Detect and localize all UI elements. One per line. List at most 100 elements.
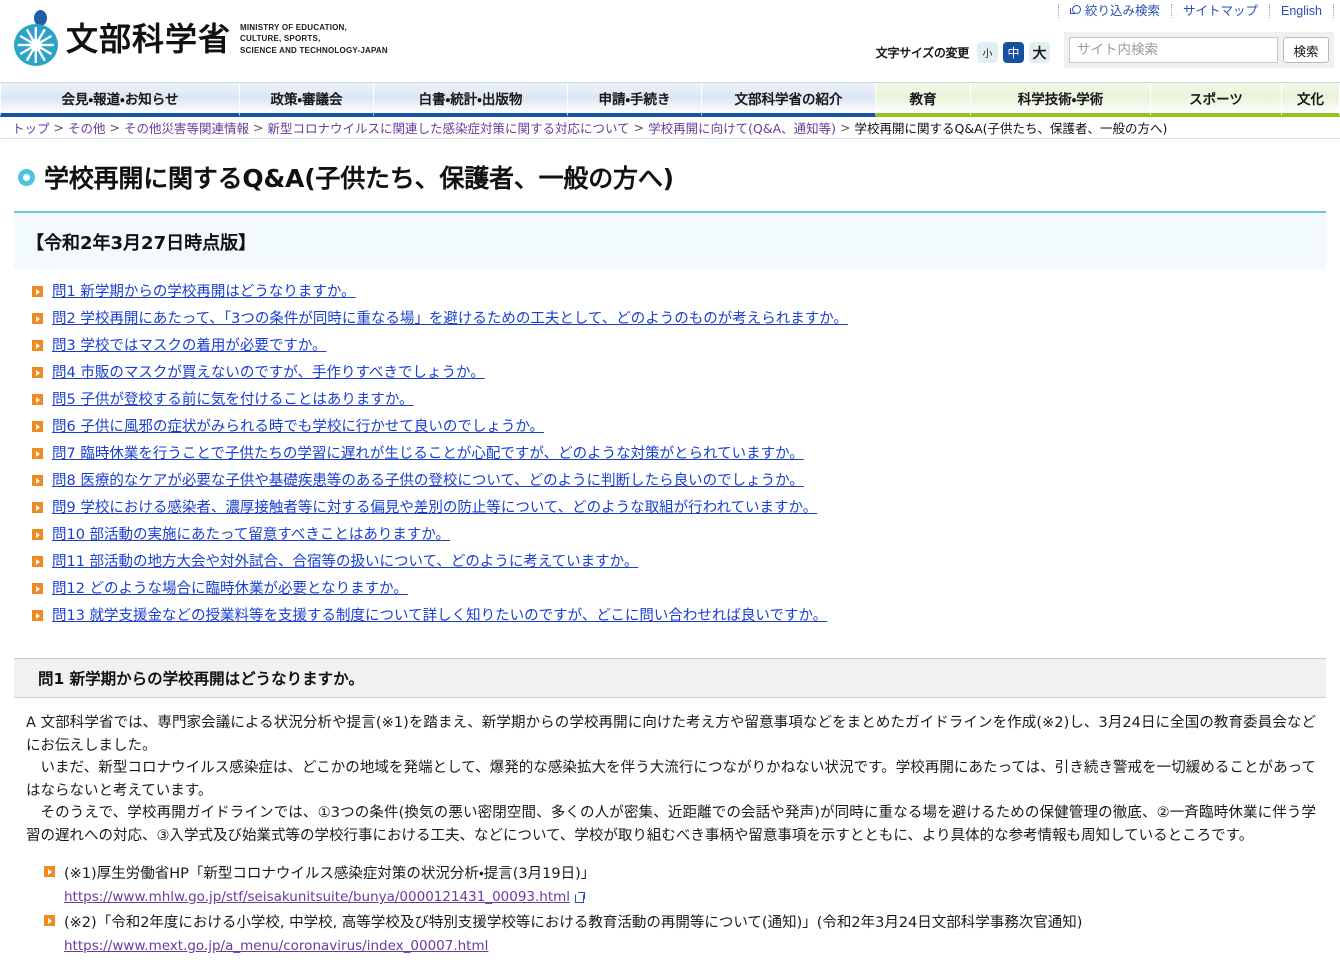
answer-question-heading: 問1 新学期からの学校再開はどうなりますか。 [14,658,1326,698]
arrow-bullet-icon [32,502,43,513]
gnav-item-3[interactable]: 白書・統計・出版物 [374,83,568,117]
breadcrumb-link[interactable]: その他災害等関連情報 [124,118,249,137]
footnote-url-link-1[interactable]: https://www.mhlw.go.jp/stf/seisakunitsui… [64,886,570,908]
arrow-bullet-icon [32,340,43,351]
arrow-bullet-icon [32,286,43,297]
arrow-bullet-icon [32,394,43,405]
breadcrumb-link[interactable]: その他 [68,118,106,137]
gnav-item-label: 会見・報道・お知らせ [61,92,179,108]
answer-body: A 文部科学省では、専門家会議による状況分析や提言(※1)を踏まえ、新学期からの… [14,698,1326,967]
question-link-4[interactable]: 問4 市販のマスクが買えないのですが、手作りすべきでしょうか。 [52,364,485,383]
utility-link-refined-search[interactable]: 絞り込み検索 [1057,4,1171,18]
breadcrumb-separator: > [53,120,64,135]
question-link-3[interactable]: 問3 学校ではマスクの着用が必要ですか。 [52,337,327,356]
footnote-item: (※2)「令和2年度における小学校, 中学校, 高等学校及び特別支援学校等におけ… [44,912,1316,957]
font-size-large-button[interactable]: 大 [1029,42,1050,63]
page-title-text: 学校再開に関するQ&A(子供たち、保護者、一般の方へ) [44,164,674,193]
gnav-item-7[interactable]: 科学技術・学術 [971,83,1151,117]
arrow-bullet-icon [32,313,43,324]
search-input[interactable] [1069,37,1278,63]
question-list-item: 問4 市販のマスクが買えないのですが、手作りすべきでしょうか。 [32,364,1326,383]
breadcrumb: トップ > その他 > その他災害等関連情報 > 新型コロナウイルスに関連した感染症対策に関… [0,117,1340,139]
breadcrumb-separator: > [633,120,645,135]
gnav-item-label: 申請・手続き [598,92,671,108]
logo-english-text: MINISTRY OF EDUCATION, CULTURE, SPORTS, … [240,22,388,55]
breadcrumb-link[interactable]: トップ [12,118,50,137]
arrow-bullet-icon [32,556,43,567]
font-size-medium-button[interactable]: 中 [1003,42,1024,63]
utility-link-english[interactable]: English [1269,4,1334,18]
breadcrumb-link[interactable]: 新型コロナウイルスに関連した感染症対策に関する対応について [268,118,630,137]
gnav-item-label: 科学技術・学術 [1017,92,1104,108]
question-link-2[interactable]: 問2 学校再開にあたって、「3つの条件が同時に重なる場」を避けるための工夫として… [52,310,848,329]
site-logo[interactable]: 文部科学省 MINISTRY OF EDUCATION, CULTURE, SP… [12,10,388,68]
arrow-bullet-icon [32,367,43,378]
question-list-item: 問7 臨時休業を行うことで子供たちの学習に遅れが生じることが心配ですが、どのよう… [32,445,1326,464]
question-list-item: 問5 子供が登校する前に気を付けることはありますか。 [32,391,1326,410]
arrow-bullet-icon [32,610,43,621]
arrow-bullet-icon [44,866,55,877]
question-list-item: 問8 医療的なケアが必要な子供や基礎疾患等のある子供の登校について、どのように判… [32,472,1326,491]
gnav-item-label: 政策・審議会 [270,92,343,108]
gnav-item-label: スポーツ [1189,92,1243,108]
arrow-bullet-icon [32,448,43,459]
search-icon [1069,5,1082,17]
site-header: 文部科学省 MINISTRY OF EDUCATION, CULTURE, SP… [0,0,1340,82]
question-list-item: 問10 部活動の実施にあたって留意すべきことはありますか。 [32,526,1326,545]
font-size-label: 文字サイズの変更 [875,46,970,60]
footnote-url-link-2[interactable]: https://www.mext.go.jp/a_menu/coronaviru… [64,935,488,957]
breadcrumb-separator: > [109,120,120,135]
question-link-1[interactable]: 問1 新学期からの学校再開はどうなりますか。 [52,283,356,302]
question-link-12[interactable]: 問12 どのような場合に臨時休業が必要となりますか。 [52,580,408,599]
footnote-list: (※1)厚生労働省HP「新型コロナウイルス感染症対策の状況分析・提言(3月19日… [26,847,1316,957]
site-search: 検索 [1064,32,1334,68]
footnote-text: (※2)「令和2年度における小学校, 中学校, 高等学校及び特別支援学校等におけ… [64,915,1083,931]
question-link-10[interactable]: 問10 部活動の実施にあたって留意すべきことはありますか。 [52,526,450,545]
arrow-bullet-icon [32,421,43,432]
breadcrumb-separator: > [840,120,851,135]
question-list-item: 問2 学校再開にあたって、「3つの条件が同時に重なる場」を避けるための工夫として… [32,310,1326,329]
font-size-small-button[interactable]: 小 [977,42,998,63]
gnav-item-label: 白書・統計・出版物 [418,92,523,108]
answer-paragraph: そのうえで、学校再開ガイドラインでは、①3つの条件(換気の悪い密閉空間、多くの人… [26,805,1316,844]
question-link-5[interactable]: 問5 子供が登校する前に気を付けることはありますか。 [52,391,414,410]
question-list-item: 問9 学校における感染者、濃厚接触者等に対する偏見や差別の防止等について、どのよ… [32,499,1326,518]
arrow-bullet-icon [32,583,43,594]
question-list-item: 問12 どのような場合に臨時休業が必要となりますか。 [32,580,1326,599]
gnav-item-label: 文部科学省の紹介 [734,92,843,108]
question-link-11[interactable]: 問11 部活動の地方大会や対外試合、合宿等の扱いについて、どのように考えています… [52,553,638,572]
breadcrumb-link[interactable]: 学校再開に向けて(Q&A、通知等) [648,118,836,137]
ring-bullet-icon [18,168,35,186]
gnav-item-9[interactable]: 文化 [1282,83,1340,117]
question-link-13[interactable]: 問13 就学支援金などの授業料等を支援する制度について詳しく知りたいのですが、ど… [52,607,827,626]
arrow-bullet-icon [44,915,55,926]
question-link-7[interactable]: 問7 臨時休業を行うことで子供たちの学習に遅れが生じることが心配ですが、どのよう… [52,445,804,464]
answer-paragraph: A 文部科学省では、専門家会議による状況分析や提言(※1)を踏まえ、新学期からの… [26,715,1316,754]
question-list-item: 問6 子供に風邪の症状がみられる時でも学校に行かせて良いのでしょうか。 [32,418,1326,437]
breadcrumb-separator: > [253,120,264,135]
breadcrumb-current: 学校再開に関するQ&A(子供たち、保護者、一般の方へ) [854,121,1168,136]
answer-paragraph: いまだ、新型コロナウイルス感染症は、どこかの地域を発端として、爆発的な感染拡大を… [26,760,1316,799]
gnav-item-1[interactable]: 会見・報道・お知らせ [0,83,240,117]
font-size-control: 文字サイズの変更 小 中 大 [876,42,1050,63]
question-link-9[interactable]: 問9 学校における感染者、濃厚接触者等に対する偏見や差別の防止等について、どのよ… [52,499,817,518]
gnav-item-6[interactable]: 教育 [876,83,971,117]
mext-emblem-icon [12,10,60,68]
external-link-icon [575,892,586,903]
question-link-6[interactable]: 問6 子供に風邪の症状がみられる時でも学校に行かせて良いのでしょうか。 [52,418,544,437]
gnav-item-label: 教育 [909,92,937,108]
global-navigation: 会見・報道・お知らせ 政策・審議会 白書・統計・出版物 申請・手続き 文部科学省の紹介 教… [0,82,1340,117]
utility-links: 絞り込み検索 サイトマップ English [1057,0,1334,22]
question-list-item: 問13 就学支援金などの授業料等を支援する制度について詳しく知りたいのですが、ど… [32,607,1326,626]
utility-link-sitemap[interactable]: サイトマップ [1170,4,1269,18]
gnav-item-4[interactable]: 申請・手続き [568,83,702,117]
page-title: 学校再開に関するQ&A(子供たち、保護者、一般の方へ) [14,139,1326,211]
gnav-item-label: 文化 [1297,92,1324,108]
question-link-8[interactable]: 問8 医療的なケアが必要な子供や基礎疾患等のある子供の登校について、どのように判… [52,472,804,491]
gnav-item-8[interactable]: スポーツ [1151,83,1282,117]
search-submit-button[interactable]: 検索 [1283,37,1329,63]
arrow-bullet-icon [32,529,43,540]
gnav-item-2[interactable]: 政策・審議会 [240,83,374,117]
version-date-band: 【令和2年3月27日時点版】 [14,211,1326,269]
gnav-item-5[interactable]: 文部科学省の紹介 [702,83,876,117]
